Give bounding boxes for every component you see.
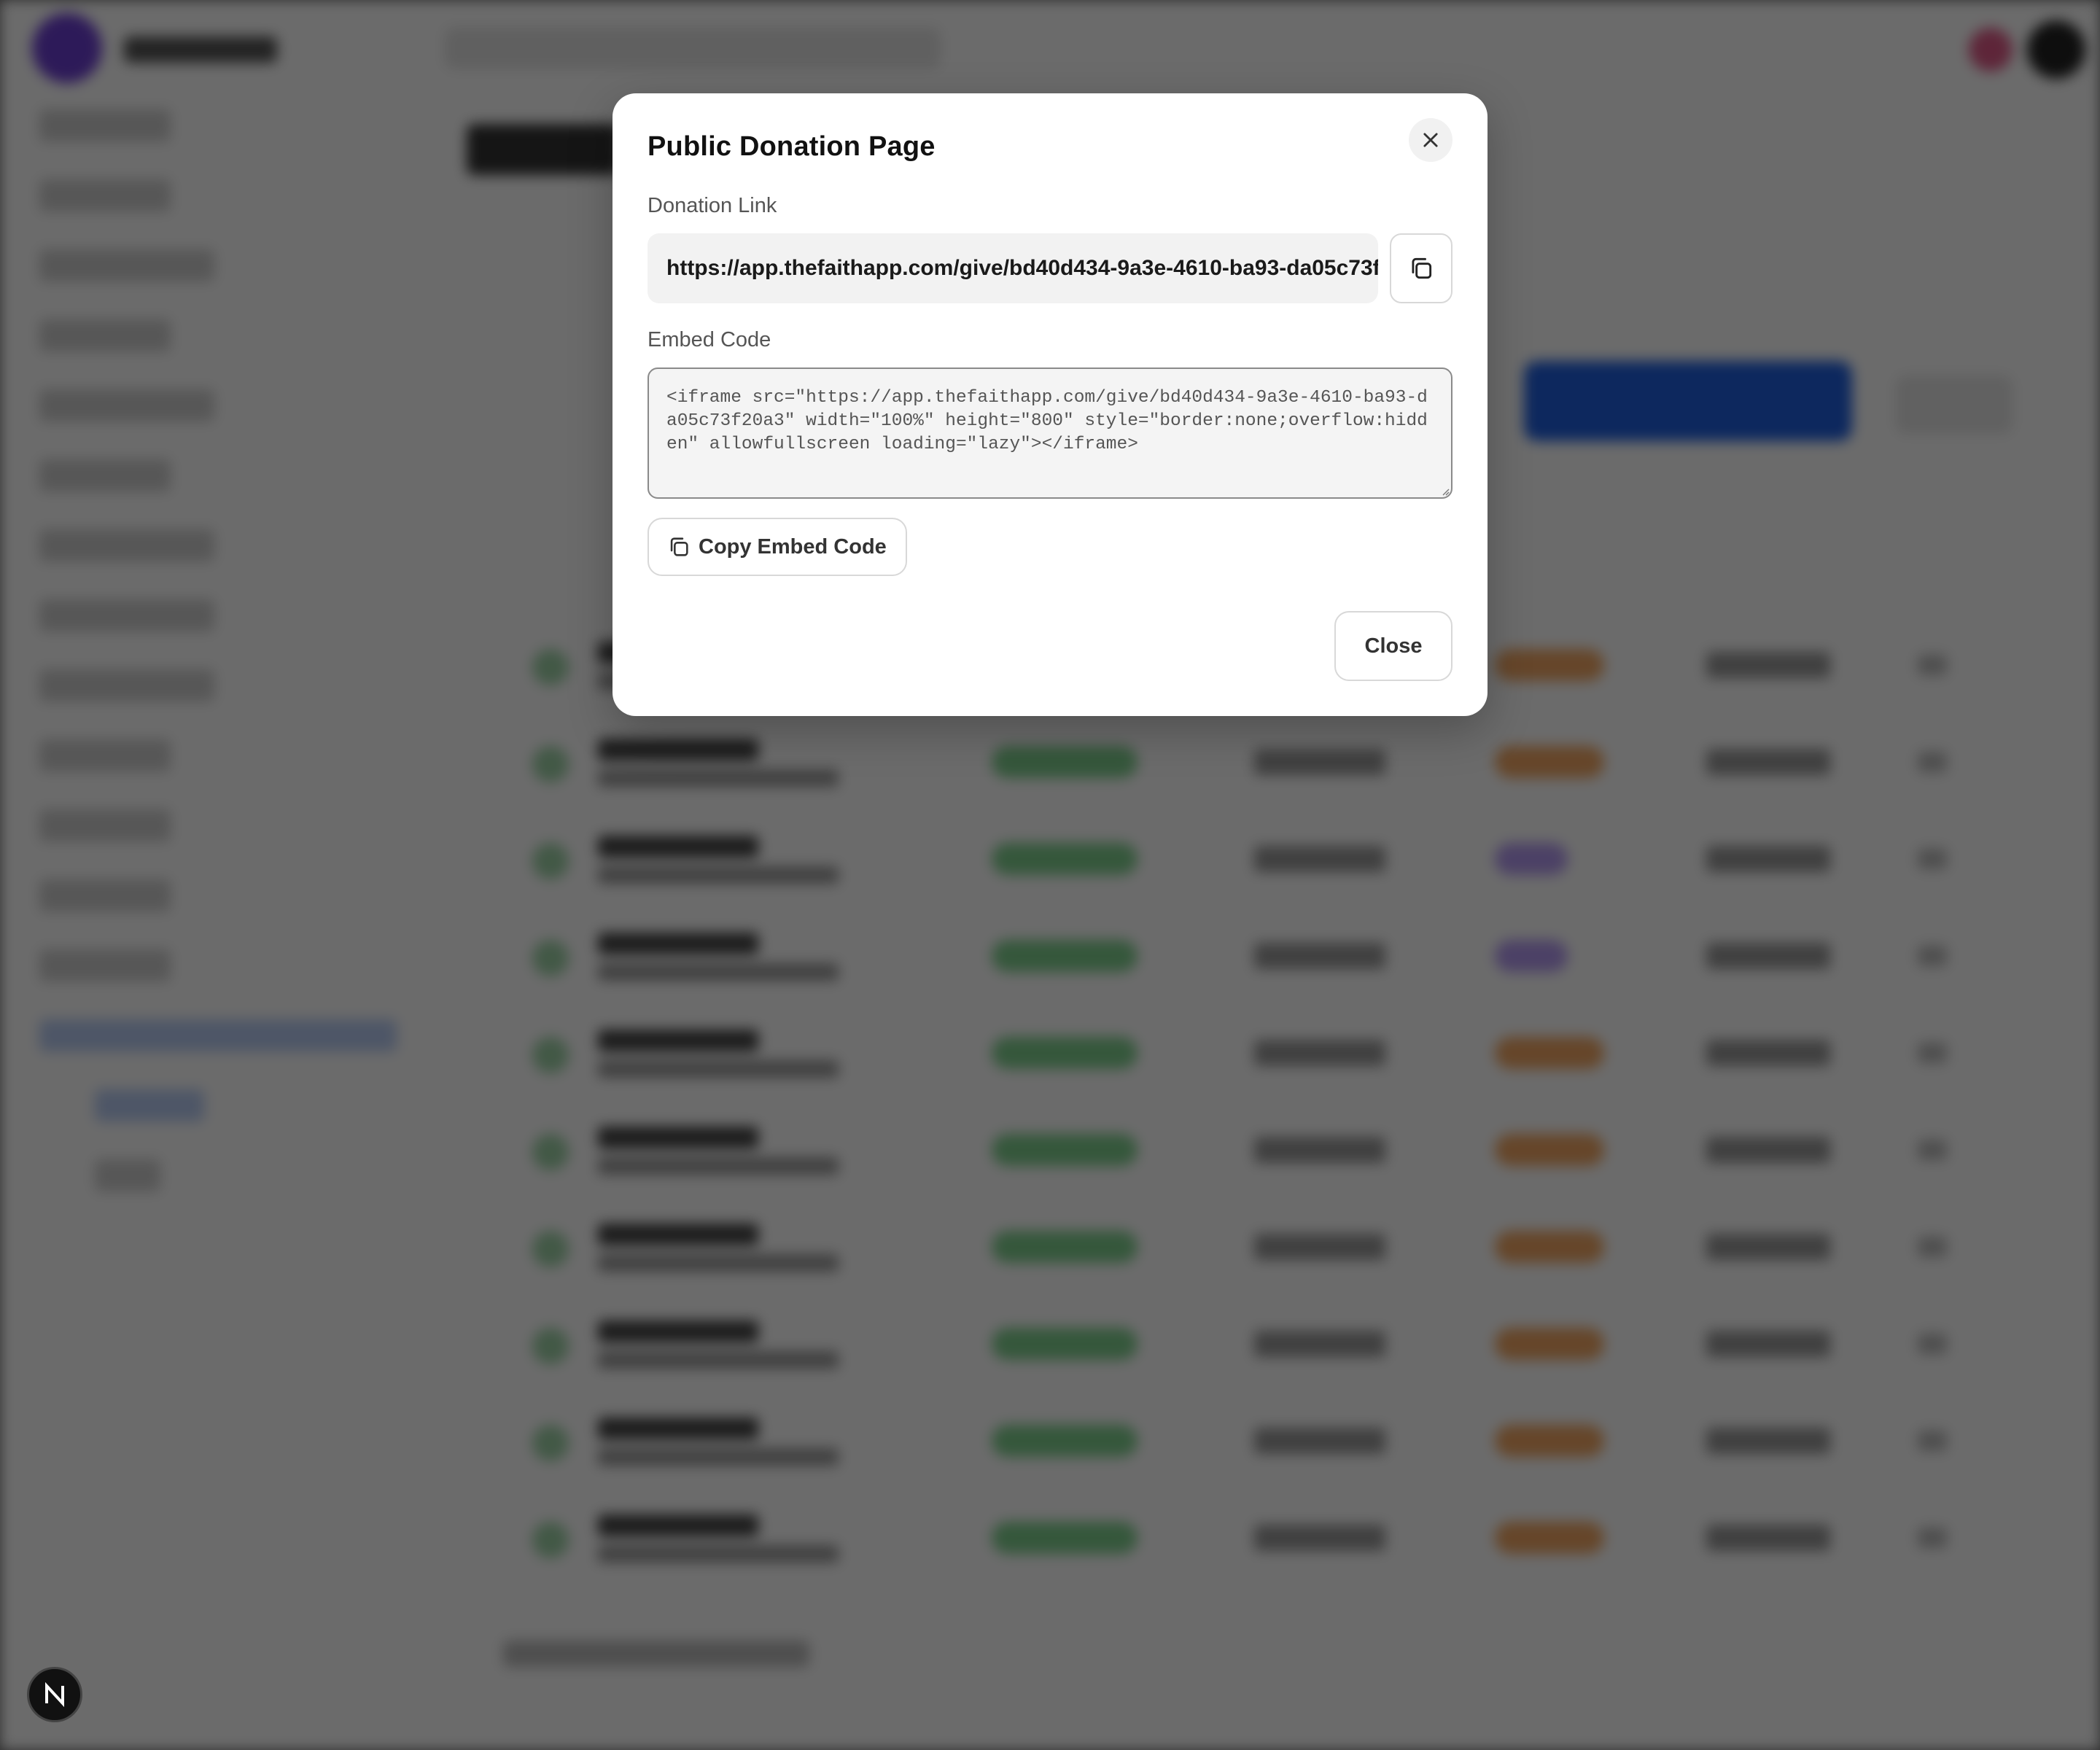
- copy-embed-code-button[interactable]: Copy Embed Code: [648, 518, 907, 576]
- copy-embed-code-label: Copy Embed Code: [699, 534, 887, 559]
- copy-link-button[interactable]: [1390, 233, 1452, 303]
- donation-link-label: Donation Link: [648, 194, 777, 217]
- close-dialog-button[interactable]: [1409, 118, 1452, 162]
- public-donation-page-dialog: Public Donation Page Donation Link https…: [612, 93, 1488, 716]
- copy-icon: [1412, 257, 1432, 279]
- dialog-title: Public Donation Page: [648, 131, 936, 162]
- donation-link-value: https://app.thefaithapp.com/give/bd40d43…: [666, 256, 1378, 280]
- nextjs-icon[interactable]: [27, 1667, 82, 1722]
- embed-code-textarea[interactable]: <iframe src="https://app.thefaithapp.com…: [648, 368, 1452, 499]
- nextjs-logo-glyph: [45, 1681, 64, 1708]
- resize-handle-icon[interactable]: [1441, 487, 1450, 496]
- close-button[interactable]: Close: [1334, 611, 1452, 681]
- embed-code-label: Embed Code: [648, 328, 771, 351]
- donation-link-field[interactable]: https://app.thefaithapp.com/give/bd40d43…: [648, 233, 1378, 303]
- copy-icon: [670, 537, 688, 556]
- close-icon: [1423, 133, 1438, 147]
